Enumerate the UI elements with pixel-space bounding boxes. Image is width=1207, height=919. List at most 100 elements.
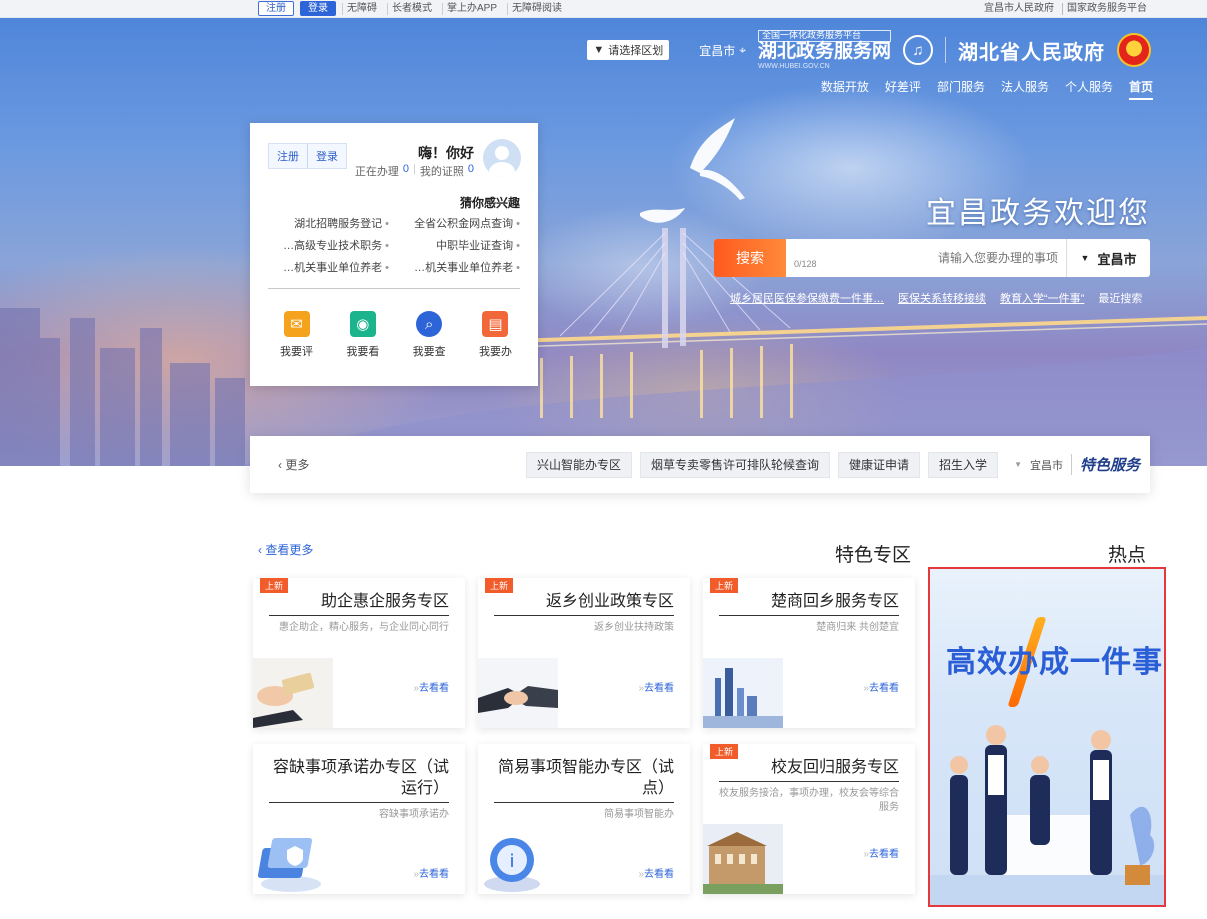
feature-card[interactable]: 容缺事项承诺办专区（试运行） 容缺事项承诺办 »去看看 (253, 744, 465, 894)
chevron-down-icon: ▼ (593, 44, 605, 57)
current-location[interactable]: 宜昌市 ⌖ (699, 42, 746, 59)
nav-item-data-open[interactable]: 数据开放 (821, 78, 869, 100)
feature-card[interactable]: 上新 返乡创业政策专区 返乡创业扶持政策 »去看看 (478, 578, 690, 728)
hot-search-label: 最近搜索 (1098, 293, 1143, 305)
action-query[interactable]: ⌕ 我要查 (413, 311, 446, 359)
search-city-label: 宜昌市 (1097, 251, 1137, 267)
special-services-bar: ‹ 更多 兴山智能办专区 烟草专卖零售许可排队轮候查询 健康证申请 招生入学 ▼… (250, 436, 1150, 493)
chevron-down-icon: ▼ (1014, 460, 1022, 469)
user-stats: 正在办理 0 | 我的证照 0 (354, 163, 474, 179)
card-go-link[interactable]: »去看看 (410, 679, 449, 694)
nav-item-legal-person[interactable]: 法人服务 (1001, 78, 1049, 100)
auth-links: 注册 登录 无障碍 长者模式 掌上办APP 无障碍阅读 (258, 1, 566, 16)
card-go-link[interactable]: »去看看 (635, 679, 674, 694)
interest-item[interactable]: 机关事业单位养老… (399, 259, 520, 275)
more-link[interactable]: ‹ 更多 (250, 456, 309, 473)
hands-card-illustration (253, 658, 333, 728)
topbar-link[interactable]: 长者模式 (387, 2, 436, 15)
avatar[interactable] (483, 139, 521, 177)
hot-search-item[interactable]: 城乡居民医保参保缴费一件事… (730, 290, 884, 306)
smart-chip-icon: i (484, 838, 540, 892)
interest-item[interactable]: 湖北招聘服务登记 (268, 215, 389, 231)
card-go-link[interactable]: »去看看 (860, 679, 899, 694)
nav-item-department[interactable]: 部门服务 (937, 78, 985, 100)
feature-card[interactable]: 上新 楚商回乡服务专区 楚商归来 共创楚宜 »去看看 (703, 578, 915, 728)
welcome-title: 宜昌政务欢迎您 (926, 197, 1150, 230)
gov-name[interactable]: 湖北省人民政府 (958, 36, 1105, 65)
my-license-label[interactable]: 我的证照 (420, 163, 464, 179)
action-label: 我要看 (346, 346, 380, 358)
region-select[interactable]: ▼ 请选择区划 (587, 40, 670, 61)
hot-banner[interactable]: 高效办成一件事 (928, 567, 1166, 907)
service-logo-icon: ♫ (903, 35, 933, 66)
quick-actions: ✉ 我要评 ◉ 我要看 ⌕ 我要查 ▤ 我要办 (280, 311, 512, 359)
search-icon: ⌕ (416, 311, 443, 337)
feature-card[interactable]: 上新 助企惠企服务专区 惠企助企，精心服务，与企业同心同行 »去看看 (253, 578, 465, 728)
search-counter: 0/128 (794, 259, 817, 269)
card-desc: 简易事项智能办 (604, 809, 674, 820)
action-label: 我要评 (280, 346, 313, 358)
service-platform-title[interactable]: 全国一体化政务服务平台 湖北政务服务网 WWW.HUBEI.GOV.CN (757, 30, 891, 70)
service-chip[interactable]: 兴山智能办专区 (526, 451, 633, 478)
in-progress-count: 0 (402, 163, 410, 175)
card-desc: 楚商归来 共创楚宜 (816, 622, 899, 633)
hot-search-item[interactable]: 医保关系转移接续 (898, 290, 986, 306)
hot-search-list: 城乡居民医保参保缴费一件事… 医保关系转移接续 教育入学“一件事” 最近搜索 (730, 290, 1142, 306)
search-button[interactable]: 搜索 (714, 239, 786, 277)
topbar-right-links: 宜昌市人民政府 国家政务服务平台 (980, 3, 1151, 15)
hot-search-item[interactable]: 教育入学“一件事” (1000, 290, 1084, 306)
nav-item-home[interactable]: 首页 (1128, 78, 1153, 100)
hot-banner-headline: 高效办成一件事 (946, 646, 1163, 679)
interest-item[interactable]: 高级专业技术职务… (268, 237, 389, 253)
card-title: 助企惠企服务专区 (269, 591, 449, 616)
card-divider (268, 288, 520, 289)
search-city-select[interactable]: ▼ 宜昌市 (1066, 239, 1150, 277)
feature-card[interactable]: 上新 校友回归服务专区 校友服务接洽，事项办理，校友会等综合服务 »去看看 (703, 744, 915, 894)
topbar-link[interactable]: 无障碍 (342, 2, 381, 15)
service-chip[interactable]: 招生入学 (928, 451, 999, 478)
topbar-link[interactable]: 国家政务服务平台 (1062, 3, 1151, 15)
login-button[interactable]: 登录 (300, 1, 336, 16)
action-apply[interactable]: ▤ 我要办 (479, 311, 512, 359)
special-services-brand[interactable]: ▼ 宜昌市 特色服务 (1014, 454, 1140, 475)
register-button[interactable]: 注册 (258, 1, 294, 16)
card-go-link[interactable]: »去看看 (410, 865, 449, 880)
service-chip[interactable]: 烟草专卖零售许可排队轮候查询 (640, 451, 831, 478)
national-emblem-icon (1117, 33, 1151, 68)
topbar-link[interactable]: 宜昌市人民政府 (980, 3, 1058, 15)
user-card: 嗨！你好 正在办理 0 | 我的证照 0 注册 登录 猜你感兴趣 全省公积金网点… (250, 123, 538, 386)
topbar-link[interactable]: 无障碍阅读 (507, 2, 566, 15)
card-title: 容缺事项承诺办专区（试运行） (269, 757, 449, 803)
my-license-count: 0 (467, 163, 474, 175)
card-go-link[interactable]: »去看看 (860, 845, 899, 860)
nav-item-rating[interactable]: 好差评 (885, 78, 921, 100)
topbar-link[interactable]: 掌上办APP (442, 2, 501, 15)
interest-item[interactable]: 全省公积金网点查询 (399, 215, 520, 231)
interest-item[interactable]: 机关事业单位养老… (268, 259, 389, 275)
card-title: 返乡创业政策专区 (494, 591, 674, 616)
action-view[interactable]: ◉ 我要看 (346, 311, 379, 359)
card-register-button[interactable]: 注册 (269, 144, 307, 168)
office-people-illustration (930, 725, 1164, 905)
search-input[interactable] (824, 239, 1066, 277)
in-progress-label[interactable]: 正在办理 (355, 163, 399, 179)
hot-section-title: 热点 (1108, 545, 1147, 566)
card-login-button[interactable]: 登录 (307, 144, 346, 168)
map-pin-icon: ⌖ (739, 42, 746, 57)
service-chip[interactable]: 健康证申请 (838, 451, 921, 478)
service-name: 湖北政务服务网 (757, 40, 891, 62)
card-desc: 返乡创业扶持政策 (594, 622, 674, 633)
header-divider (945, 37, 946, 64)
interest-item[interactable]: 中职毕业证查询 (399, 237, 520, 253)
card-desc: 校友服务接洽，事项办理，校友会等综合服务 (719, 788, 899, 813)
card-go-label: 去看看 (644, 683, 674, 694)
feature-card[interactable]: 简易事项智能办专区（试点） 简易事项智能办 »去看看 i (478, 744, 690, 894)
search-bar: 搜索 0/128 ▼ 宜昌市 (714, 239, 1150, 277)
card-title: 简易事项智能办专区（试点） (494, 757, 674, 803)
nav-item-personal[interactable]: 个人服务 (1065, 78, 1113, 100)
card-go-link[interactable]: »去看看 (635, 865, 674, 880)
hero-banner: ▼ 请选择区划 宜昌市 ⌖ 全国一体化政务服务平台 湖北政务服务网 WWW.HU… (0, 18, 1207, 466)
see-more-link[interactable]: ‹ 查看更多 (258, 541, 313, 558)
site-header: ▼ 请选择区划 宜昌市 ⌖ 全国一体化政务服务平台 湖北政务服务网 WWW.HU… (587, 30, 1151, 70)
action-rate[interactable]: ✉ 我要评 (280, 311, 313, 359)
